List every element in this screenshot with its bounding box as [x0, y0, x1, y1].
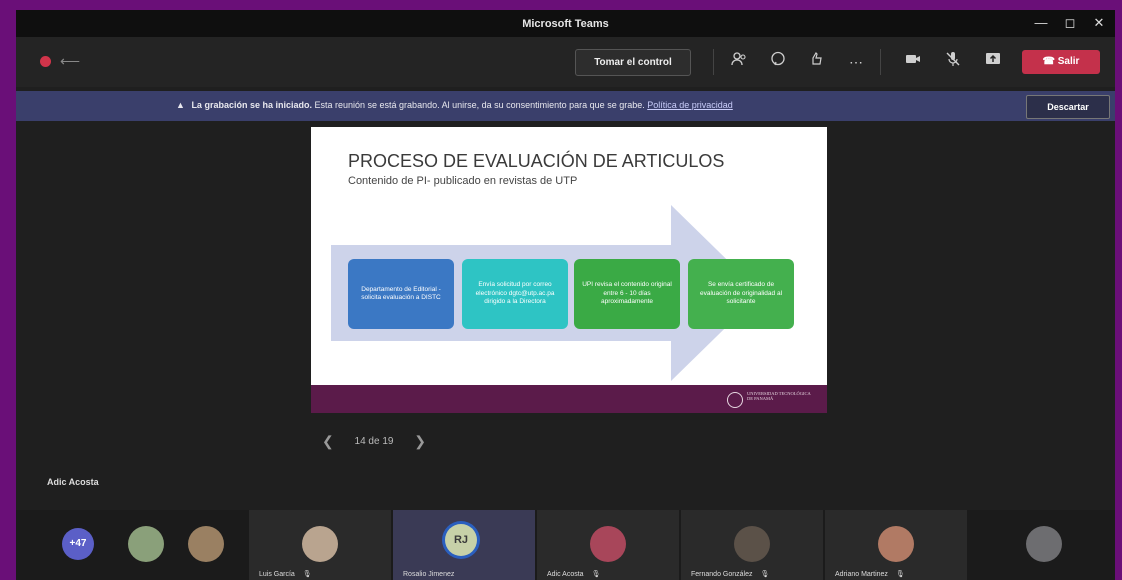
- back-arrow-icon[interactable]: ⟵: [60, 53, 80, 70]
- slide-title: PROCESO DE EVALUACIÓN DE ARTICULOS: [348, 151, 725, 171]
- leave-label: Salir: [1057, 56, 1080, 67]
- university-logo-icon: [727, 392, 743, 408]
- toolbar-divider: [713, 49, 714, 75]
- avatar: [302, 526, 338, 562]
- participant-name: Adic Acosta 🎙: [547, 571, 601, 578]
- leave-button[interactable]: ☎ Salir: [1022, 50, 1100, 74]
- shared-slide: PROCESO DE EVALUACIÓN DE ARTICULOS Conte…: [311, 127, 827, 413]
- university-logo-text: UNIVERSIDAD TECNOLÓGICA DE PANAMÁ: [747, 391, 811, 402]
- muted-mic-icon: 🎙: [895, 571, 905, 578]
- muted-mic-icon: 🎙: [302, 571, 312, 578]
- camera-icon[interactable]: [902, 51, 924, 73]
- next-slide-icon[interactable]: ❯: [414, 433, 426, 449]
- phone-hangup-icon: ☎: [1042, 56, 1058, 67]
- take-control-button[interactable]: Tomar el control: [575, 49, 691, 76]
- process-step: Se envía certificado de evaluación de or…: [688, 259, 794, 329]
- participant-name: Rosalio Jimenez: [403, 571, 455, 578]
- toolbar-divider: [880, 49, 881, 75]
- maximize-button[interactable]: ◻: [1057, 13, 1083, 33]
- chat-icon[interactable]: [767, 51, 789, 73]
- participant-tile[interactable]: Adriano Martinez 🎙: [825, 510, 967, 580]
- participant-name: Adriano Martinez 🎙: [835, 571, 905, 578]
- more-participants-button[interactable]: +47: [62, 528, 94, 560]
- process-step: UPI revisa el contenido original entre 6…: [574, 259, 680, 329]
- participant-tile[interactable]: Luis García 🎙: [249, 510, 391, 580]
- slide-footer: UNIVERSIDAD TECNOLÓGICA DE PANAMÁ: [311, 385, 827, 413]
- prev-slide-icon[interactable]: ❮: [322, 433, 334, 449]
- meeting-toolbar: ⟵ Tomar el control ⋯ ☎ Salir: [16, 37, 1115, 87]
- slide-subtitle: Contenido de PI- publicado en revistas d…: [348, 175, 578, 187]
- process-step: Departamento de Editorial - solicita eva…: [348, 259, 454, 329]
- recording-text: Esta reunión se está grabando. Al unirse…: [314, 100, 645, 110]
- muted-mic-icon: 🎙: [591, 571, 601, 578]
- avatar: [734, 526, 770, 562]
- participant-tile[interactable]: Adic Acosta 🎙: [537, 510, 679, 580]
- window-title: Microsoft Teams: [522, 18, 609, 30]
- share-icon[interactable]: [982, 51, 1004, 73]
- slide-pager: ❮ 14 de 19 ❯: [322, 433, 426, 450]
- teams-window: Microsoft Teams — ◻ ✕ ⟵ Tomar el control…: [16, 10, 1115, 580]
- recording-message: ▲ La grabación se ha iniciado. Esta reun…: [176, 100, 733, 110]
- participant-tile[interactable]: Fernando González 🎙: [681, 510, 823, 580]
- participant-tile[interactable]: RJ Rosalio Jimenez: [393, 510, 535, 580]
- participant-name: Fernando González 🎙: [691, 571, 770, 578]
- close-button[interactable]: ✕: [1086, 13, 1112, 33]
- more-icon[interactable]: ⋯: [845, 51, 867, 73]
- recording-indicator-icon: [40, 56, 51, 67]
- initials-avatar: RJ: [445, 524, 477, 556]
- avatar[interactable]: [1026, 526, 1062, 562]
- avatar[interactable]: [128, 526, 164, 562]
- warning-icon: ▲: [176, 100, 185, 110]
- process-step: Envía solicitud por correo electrónico d…: [462, 259, 568, 329]
- dismiss-button[interactable]: Descartar: [1026, 95, 1110, 119]
- privacy-policy-link[interactable]: Política de privacidad: [647, 100, 733, 110]
- avatar: [878, 526, 914, 562]
- reactions-icon[interactable]: [805, 51, 827, 73]
- people-icon[interactable]: [728, 51, 750, 73]
- presenter-name: Adic Acosta: [47, 477, 99, 487]
- recording-banner: ▲ La grabación se ha iniciado. Esta reun…: [16, 91, 1115, 121]
- avatar[interactable]: [188, 526, 224, 562]
- muted-mic-icon: 🎙: [760, 571, 770, 578]
- avatar: [590, 526, 626, 562]
- participant-name: Luis García 🎙: [259, 571, 312, 578]
- participant-strip: +47 Luis García 🎙 RJ Rosalio Jimenez Adic…: [16, 510, 1115, 580]
- mic-icon[interactable]: [942, 51, 964, 73]
- title-bar: Microsoft Teams — ◻ ✕: [16, 10, 1115, 37]
- slide-counter: 14 de 19: [354, 436, 394, 448]
- minimize-button[interactable]: —: [1028, 13, 1054, 33]
- recording-title: La grabación se ha iniciado.: [191, 100, 312, 110]
